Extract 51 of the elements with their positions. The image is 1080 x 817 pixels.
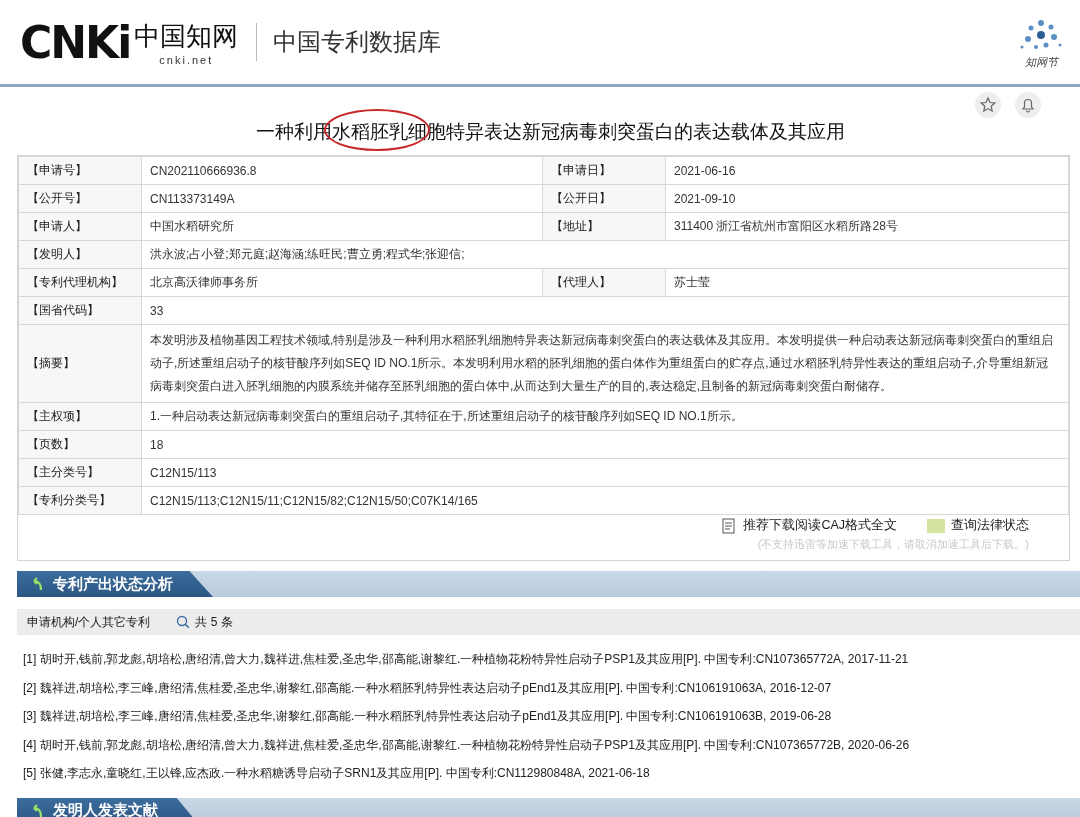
field-value: 2021-06-16 bbox=[665, 156, 1069, 185]
field-label: 【申请人】 bbox=[18, 212, 142, 241]
field-label: 【专利代理机构】 bbox=[18, 268, 142, 297]
field-label: 【主分类号】 bbox=[18, 458, 142, 487]
field-value: 洪永波;占小登;郑元庭;赵海涵;练旺民;曹立勇;程式华;张迎信; bbox=[141, 240, 1069, 269]
legal-status-link[interactable]: 查询法律状态 bbox=[927, 517, 1029, 534]
logo-text: 中国知网 bbox=[134, 20, 239, 53]
field-value: 1.一种启动表达新冠病毒刺突蛋白的重组启动子,其特征在于,所述重组启动子的核苷酸序列如SEQ ID NO.1所示。 bbox=[141, 402, 1069, 431]
caj-download-link[interactable]: 推荐下载阅读CAJ格式全文 bbox=[721, 517, 897, 534]
field-label: 【申请号】 bbox=[18, 156, 142, 185]
field-label: 【发明人】 bbox=[18, 240, 142, 269]
field-label: 【代理人】 bbox=[542, 268, 666, 297]
field-label: 【公开日】 bbox=[542, 184, 666, 213]
field-label: 【专利分类号】 bbox=[18, 486, 142, 515]
field-value: 本发明涉及植物基因工程技术领域,特别是涉及一种利用水稻胚乳细胞特异表达新冠病毒刺突蛋白的表达载体及其应用。本发明提供一种启动表达新冠病毒刺突蛋白的重组启动子,所述重组启动子的核苷酸序列如SEQ ID NO.1所示。本发明利用水稻的胚乳细胞的蛋白体作为重组蛋白的贮存点,通过水稻胚乳特异性表达的重组启动子,介导重组新冠病毒刺突蛋白进入胚乳细胞的内膜系统并储存至胚乳细胞的蛋白体中,从而达到大量生产的目的,表达稳定,且制备的新冠病毒刺突蛋白耐储存。 bbox=[141, 324, 1069, 403]
field-value: 中国水稻研究所 bbox=[141, 212, 543, 241]
logo-text: CNKi bbox=[20, 16, 131, 68]
sub-heading: 申请机构/个人其它专利 bbox=[27, 613, 151, 631]
logo-domain: cnki.net bbox=[159, 53, 214, 66]
field-label: 【地址】 bbox=[542, 212, 666, 241]
bell-icon[interactable] bbox=[1014, 91, 1042, 119]
field-value: 苏士莹 bbox=[665, 268, 1069, 297]
reference-item[interactable]: [1] 胡时开,钱前,郭龙彪,胡培松,唐绍清,曾大力,魏祥进,焦桂爱,圣忠华,邵高能,谢黎红.一种植物花粉特异性启动子PSP1及其应用[P]. 中国专利:CN107365772A, 2017-11-21 bbox=[23, 645, 1080, 674]
field-label: 【页数】 bbox=[18, 430, 142, 459]
field-label: 【申请日】 bbox=[542, 156, 666, 185]
logo-caption: 知网节 bbox=[1024, 54, 1058, 70]
square-icon bbox=[927, 518, 945, 533]
field-value: 18 bbox=[141, 430, 1069, 459]
field-label: 【摘要】 bbox=[18, 324, 142, 403]
database-title: 中国专利数据库 bbox=[273, 27, 442, 57]
field-label: 【国省代码】 bbox=[18, 296, 142, 325]
field-value: 33 bbox=[141, 296, 1069, 325]
field-value: CN202110666936.8 bbox=[141, 156, 543, 185]
field-value: CN113373149A bbox=[141, 184, 543, 213]
reference-item[interactable]: [4] 胡时开,钱前,郭龙彪,胡培松,唐绍清,曾大力,魏祥进,焦桂爱,圣忠华,邵高能,谢黎红.一种植物花粉特异性启动子PSP1及其应用[P]. 中国专利:CN107365772B, 2020-06-26 bbox=[23, 730, 1080, 759]
reference-item[interactable]: [3] 魏祥进,胡培松,李三峰,唐绍清,焦桂爱,圣忠华,谢黎红,邵高能.一种水稻胚乳特异性表达启动子pEnd1及其应用[P]. 中国专利:CN106191063B, 2019-06-28 bbox=[23, 702, 1080, 731]
document-icon bbox=[721, 517, 738, 534]
field-label: 【公开号】 bbox=[18, 184, 142, 213]
search-icon[interactable] bbox=[176, 615, 191, 629]
field-value: C12N15/113 bbox=[141, 458, 1069, 487]
result-count: 共 5 条 bbox=[195, 613, 233, 631]
reference-item[interactable]: [2] 魏祥进,胡培松,李三峰,唐绍清,焦桂爱,圣忠华,谢黎红,邵高能.一种水稻胚乳特异性表达启动子pEnd1及其应用[P]. 中国专利:CN106191063A, 2016-12-07 bbox=[23, 673, 1080, 702]
field-value: C12N15/113;C12N15/11;C12N15/82;C12N15/50;C07K14/165 bbox=[141, 486, 1069, 515]
section-tab[interactable]: 专利产出状态分析 bbox=[17, 571, 213, 597]
field-label: 【主权项】 bbox=[18, 402, 142, 431]
curved-arrow-icon bbox=[31, 803, 45, 817]
field-value: 北京高沃律师事务所 bbox=[141, 268, 543, 297]
curved-arrow-icon bbox=[31, 577, 45, 591]
reference-item[interactable]: [5] 张健,李志永,童晓红,王以锋,应杰政.一种水稻糖诱导启动子SRN1及其应用[P]. 中国专利:CN112980848A, 2021-06-18 bbox=[23, 759, 1080, 788]
field-value: 311400 浙江省杭州市富阳区水稻所路28号 bbox=[665, 212, 1069, 241]
field-value: 2021-09-10 bbox=[665, 184, 1069, 213]
